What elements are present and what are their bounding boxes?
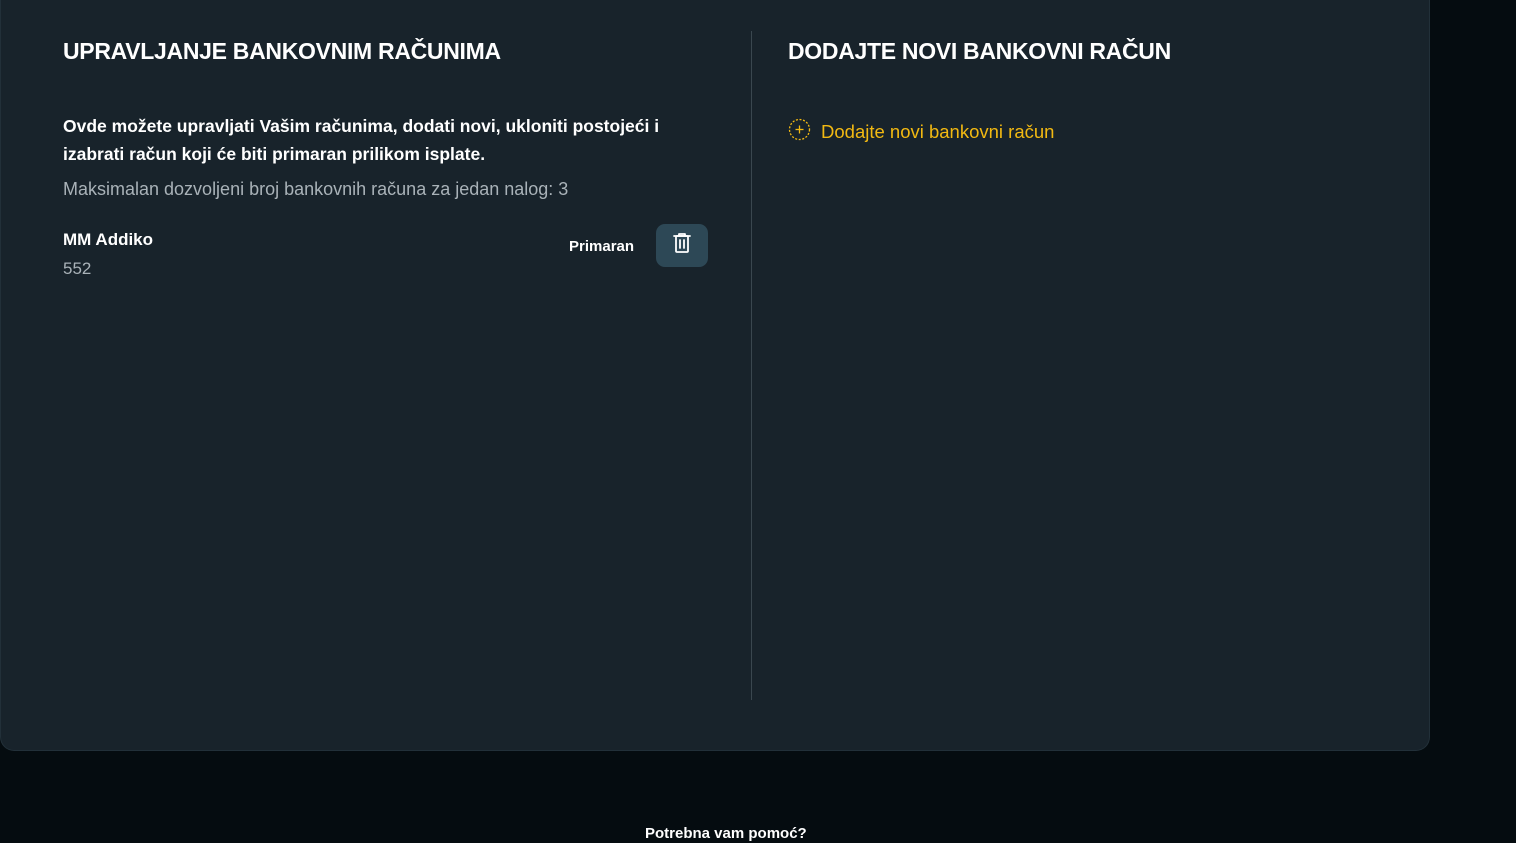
manage-accounts-title: UPRAVLJANJE BANKOVNIM RAČUNIMA	[63, 38, 501, 64]
add-account-title: DODAJTE NOVI BANKOVNI RAČUN	[788, 38, 1171, 64]
delete-account-button[interactable]	[656, 224, 708, 267]
footer-help-text: Potrebna vam pomoć?	[645, 825, 807, 842]
add-account-section: DODAJTE NOVI BANKOVNI RAČUN Dodajte novi…	[788, 36, 1388, 146]
trash-icon	[672, 232, 692, 259]
account-limit-text: Maksimalan dozvoljeni broj bankovnih rač…	[63, 179, 569, 199]
column-divider	[751, 31, 752, 700]
account-row: MM Addiko 552 Primaran	[63, 224, 708, 284]
manage-accounts-section: UPRAVLJANJE BANKOVNIM RAČUNIMA Ovde može…	[63, 36, 723, 284]
add-account-link-label: Dodajte novi bankovni račun	[821, 121, 1055, 142]
manage-accounts-intro: Ovde možete upravljati Vašim računima, d…	[63, 116, 660, 164]
primary-status-label: Primaran	[569, 238, 635, 255]
account-name: MM Addiko	[63, 230, 154, 249]
bank-accounts-panel: UPRAVLJANJE BANKOVNIM RAČUNIMA Ovde može…	[0, 0, 1430, 751]
add-account-link[interactable]: Dodajte novi bankovni račun	[788, 118, 1388, 146]
plus-circle-icon	[788, 118, 811, 146]
account-number: 552	[63, 259, 92, 278]
